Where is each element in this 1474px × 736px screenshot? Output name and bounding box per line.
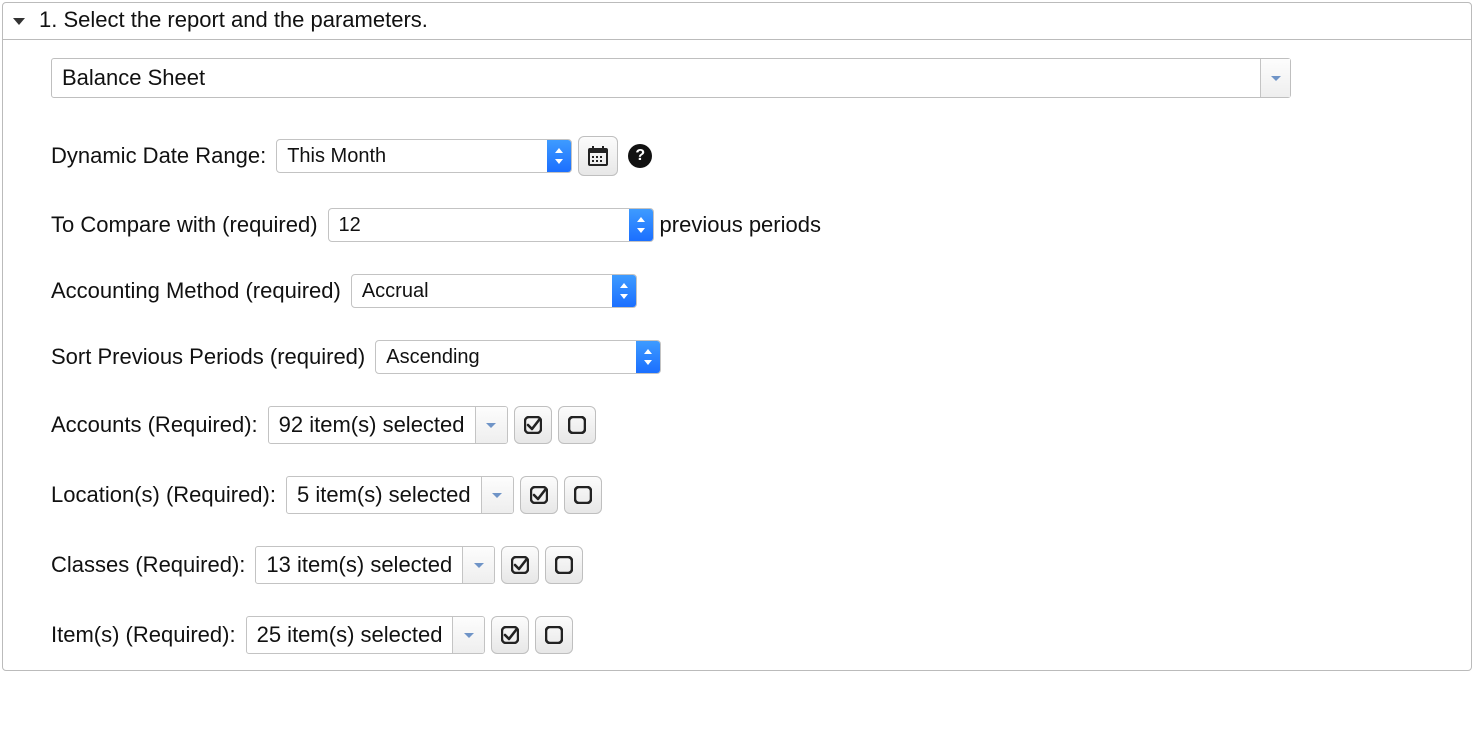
accounting-method-label: Accounting Method (required) [51, 278, 341, 304]
accounts-dropdown-button[interactable] [475, 407, 507, 443]
classes-multiselect[interactable]: 13 item(s) selected [255, 546, 495, 584]
date-range-label: Dynamic Date Range: [51, 143, 266, 169]
sort-periods-label: Sort Previous Periods (required) [51, 344, 365, 370]
locations-clear-all-button[interactable] [564, 476, 602, 514]
classes-summary: 13 item(s) selected [256, 547, 462, 583]
items-clear-all-button[interactable] [535, 616, 573, 654]
clear-all-icon [545, 626, 563, 644]
classes-select-all-button[interactable] [501, 546, 539, 584]
help-icon[interactable]: ? [628, 144, 652, 168]
accounts-clear-all-button[interactable] [558, 406, 596, 444]
accounting-method-select[interactable]: Accrual [351, 274, 637, 308]
clear-all-icon [568, 416, 586, 434]
up-down-arrows-icon [636, 217, 646, 233]
check-all-icon [501, 626, 519, 644]
up-down-arrows-icon [619, 283, 629, 299]
items-label: Item(s) (Required): [51, 622, 236, 648]
report-select-dropdown-button[interactable] [1260, 59, 1290, 97]
accounting-method-dropdown-button[interactable] [612, 275, 636, 307]
report-parameters-panel: 1. Select the report and the parameters.… [2, 2, 1472, 671]
classes-dropdown-button[interactable] [462, 547, 494, 583]
date-range-value: This Month [277, 140, 547, 172]
items-multiselect[interactable]: 25 item(s) selected [246, 616, 486, 654]
date-range-dropdown-button[interactable] [547, 140, 571, 172]
classes-label: Classes (Required): [51, 552, 245, 578]
chevron-down-icon [464, 633, 474, 638]
check-all-icon [524, 416, 542, 434]
locations-summary: 5 item(s) selected [287, 477, 481, 513]
chevron-down-icon [492, 493, 502, 498]
accounts-select-all-button[interactable] [514, 406, 552, 444]
compare-periods-select[interactable]: 12 [328, 208, 654, 242]
panel-body: Balance Sheet Dynamic Date Range: This M… [3, 39, 1471, 670]
check-all-icon [530, 486, 548, 504]
compare-periods-value: 12 [329, 209, 629, 241]
compare-label: To Compare with (required) [51, 212, 318, 238]
panel-header[interactable]: 1. Select the report and the parameters. [3, 3, 1471, 39]
up-down-arrows-icon [554, 148, 564, 164]
calendar-icon [588, 146, 608, 166]
report-select-value: Balance Sheet [52, 59, 1260, 97]
locations-dropdown-button[interactable] [481, 477, 513, 513]
chevron-down-icon [486, 423, 496, 428]
items-summary: 25 item(s) selected [247, 617, 453, 653]
check-all-icon [511, 556, 529, 574]
locations-multiselect[interactable]: 5 item(s) selected [286, 476, 514, 514]
panel-title: 1. Select the report and the parameters. [39, 7, 428, 33]
calendar-button[interactable] [578, 136, 618, 176]
items-dropdown-button[interactable] [452, 617, 484, 653]
classes-clear-all-button[interactable] [545, 546, 583, 584]
sort-periods-value: Ascending [376, 341, 636, 373]
report-select[interactable]: Balance Sheet [51, 58, 1291, 98]
chevron-down-icon [474, 563, 484, 568]
compare-periods-dropdown-button[interactable] [629, 209, 653, 241]
compare-suffix-label: previous periods [660, 212, 821, 238]
accounts-label: Accounts (Required): [51, 412, 258, 438]
locations-select-all-button[interactable] [520, 476, 558, 514]
locations-label: Location(s) (Required): [51, 482, 276, 508]
accounts-multiselect[interactable]: 92 item(s) selected [268, 406, 508, 444]
chevron-down-icon [1271, 76, 1281, 81]
collapse-caret-icon [13, 18, 25, 25]
clear-all-icon [555, 556, 573, 574]
items-select-all-button[interactable] [491, 616, 529, 654]
clear-all-icon [574, 486, 592, 504]
sort-periods-select[interactable]: Ascending [375, 340, 661, 374]
sort-periods-dropdown-button[interactable] [636, 341, 660, 373]
accounts-summary: 92 item(s) selected [269, 407, 475, 443]
accounting-method-value: Accrual [352, 275, 612, 307]
up-down-arrows-icon [643, 349, 653, 365]
date-range-select[interactable]: This Month [276, 139, 572, 173]
